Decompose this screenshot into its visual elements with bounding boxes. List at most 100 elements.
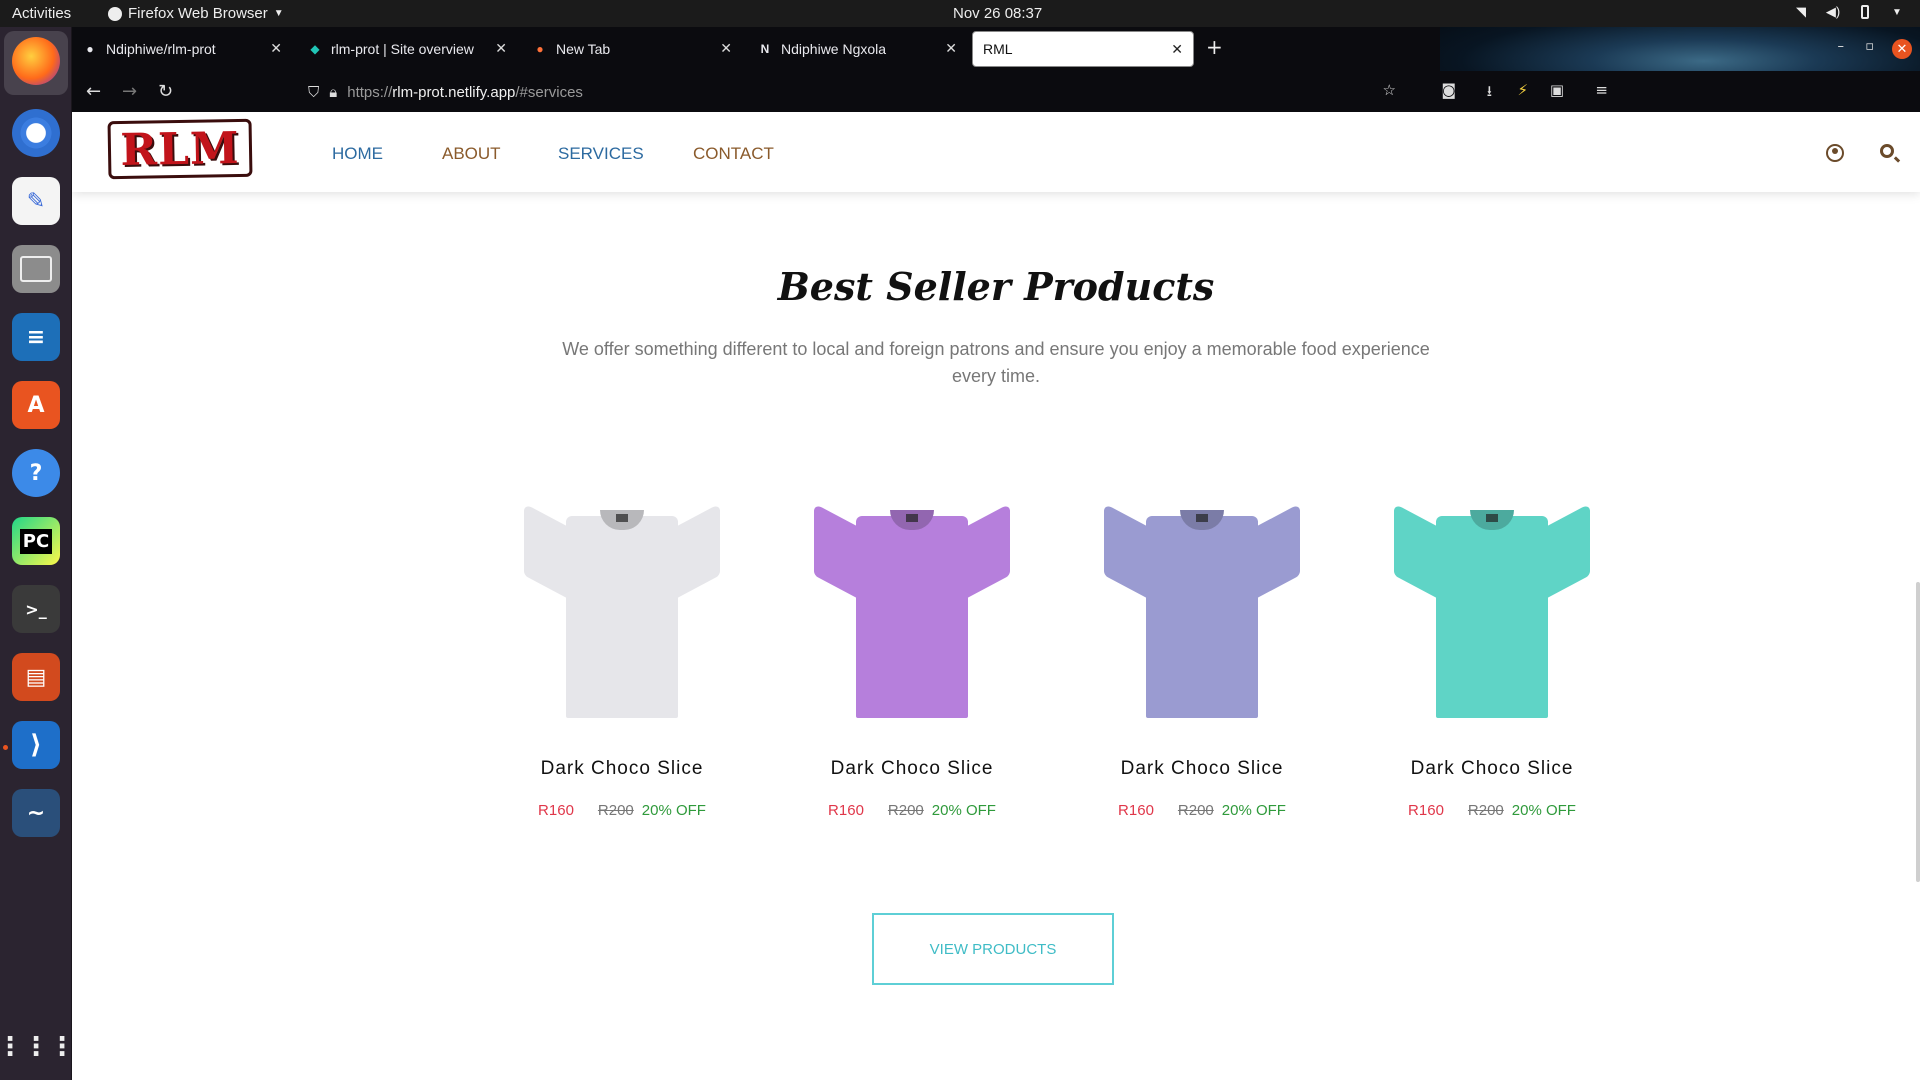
price-row: R160 R200 20% OFF — [1072, 802, 1332, 819]
user-icon[interactable] — [1826, 144, 1844, 162]
web-page: RLM HOME ABOUT SERVICES CONTACT Best Sel… — [72, 112, 1920, 1080]
product-old-price: R200 — [597, 802, 634, 819]
price-row: R160 R200 20% OFF — [1362, 802, 1622, 819]
tab-title: New Tab — [556, 41, 611, 57]
restore-icon[interactable]: ▫ — [1865, 39, 1874, 54]
extension-icon[interactable]: ⚡ — [1517, 81, 1528, 99]
product-price: R160 — [538, 802, 574, 819]
section-subtitle: We offer something different to local an… — [562, 339, 1430, 386]
site-header: RLM HOME ABOUT SERVICES CONTACT — [72, 112, 1920, 192]
mysql-workbench-dock-icon[interactable]: ~ — [12, 789, 60, 837]
window-close-icon[interactable]: ✕ — [1892, 39, 1912, 59]
n-logo-icon: N — [760, 42, 770, 56]
tab-netlify[interactable]: ◆ rlm-prot | Site overview ✕ — [297, 31, 517, 67]
running-indicator — [3, 745, 8, 750]
product-price: R160 — [828, 802, 864, 819]
section-title: Best Seller Products — [777, 264, 1215, 309]
close-icon[interactable]: ✕ — [1171, 41, 1183, 58]
pocket-icon[interactable]: ◙ — [1441, 81, 1456, 99]
product-price: R160 — [1408, 802, 1444, 819]
bookmark-star-icon[interactable]: ☆ — [1383, 81, 1396, 99]
firefox-icon — [108, 6, 122, 21]
view-products-button[interactable]: VIEW PRODUCTS — [872, 913, 1114, 985]
tab-github[interactable]: ● Ndiphiwe/rlm-prot ✕ — [72, 31, 292, 67]
firefox-window: ● Ndiphiwe/rlm-prot ✕ ◆ rlm-prot | Site … — [72, 27, 1920, 1080]
product-name[interactable]: Dark Choco Slice — [492, 758, 752, 780]
downloads-icon[interactable]: ⭳ — [1487, 81, 1492, 106]
product-name[interactable]: Dark Choco Slice — [1362, 758, 1622, 780]
vscode-dock-icon[interactable]: ⟩ — [12, 721, 60, 769]
minimize-icon[interactable]: – — [1838, 39, 1845, 54]
pycharm-dock-icon[interactable]: PC — [12, 517, 60, 565]
close-icon[interactable]: ✕ — [945, 40, 957, 57]
tab-ndiphiwe[interactable]: N Ndiphiwe Ngxola ✕ — [747, 31, 967, 67]
nav-home[interactable]: HOME — [332, 144, 383, 164]
product-image[interactable] — [1102, 502, 1302, 718]
tab-title: rlm-prot | Site overview — [331, 41, 474, 57]
tab-rml[interactable]: RML ✕ — [972, 31, 1194, 67]
search-icon[interactable] — [1880, 144, 1894, 158]
product-card[interactable]: Dark Choco Slice R160 R200 20% OFF — [1362, 502, 1622, 819]
price-row: R160 R200 20% OFF — [492, 802, 752, 819]
product-image[interactable] — [1392, 502, 1592, 718]
extension-icon[interactable]: ▣ — [1550, 81, 1564, 99]
product-price: R160 — [1118, 802, 1154, 819]
product-discount: 20% OFF — [641, 802, 706, 819]
product-old-price: R200 — [887, 802, 924, 819]
system-tray[interactable]: ◥ ◀) ▼ — [1792, 4, 1906, 20]
firefox-dock-icon[interactable] — [12, 37, 60, 85]
writer-dock-icon[interactable]: ≡ — [12, 313, 60, 361]
product-image[interactable] — [522, 502, 722, 718]
product-old-price: R200 — [1467, 802, 1504, 819]
menu-icon[interactable]: ≡ — [1595, 81, 1608, 99]
product-card[interactable]: Dark Choco Slice R160 R200 20% OFF — [782, 502, 1042, 819]
clock[interactable]: Nov 26 08:37 — [953, 5, 1042, 22]
dock: ✎ ≡ A ? PC >_ ▤ ⟩ ~ ⋮⋮⋮ — [0, 27, 75, 1080]
url-bar[interactable]: ⛉ 🔒︎ https://rlm-prot.netlify.app/#servi… — [308, 78, 583, 106]
product-name[interactable]: Dark Choco Slice — [1072, 758, 1332, 780]
impress-dock-icon[interactable]: ▤ — [12, 653, 60, 701]
scrollbar[interactable] — [1916, 582, 1920, 882]
chevron-down-icon: ▼ — [273, 8, 284, 19]
product-discount: 20% OFF — [931, 802, 996, 819]
help-dock-icon[interactable]: ? — [12, 449, 60, 497]
volume-icon: ◀) — [1825, 4, 1841, 19]
netlify-icon: ◆ — [310, 42, 320, 56]
show-applications-icon[interactable]: ⋮⋮⋮ — [0, 1023, 75, 1071]
firefox-icon: ● — [536, 42, 544, 56]
system-top-bar: Activities Firefox Web Browser ▼ Nov 26 … — [0, 0, 1920, 27]
activities-button[interactable]: Activities — [12, 5, 71, 22]
back-icon[interactable]: ← — [86, 81, 101, 102]
product-image[interactable] — [812, 502, 1012, 718]
tab-title: Ndiphiwe/rlm-prot — [106, 41, 216, 57]
close-icon[interactable]: ✕ — [495, 40, 507, 57]
chromium-dock-icon[interactable] — [12, 109, 60, 157]
terminal-dock-icon[interactable]: >_ — [12, 585, 60, 633]
nav-about[interactable]: ABOUT — [442, 144, 501, 164]
new-tab-icon[interactable]: + — [1206, 35, 1223, 59]
text-editor-dock-icon[interactable]: ✎ — [12, 177, 60, 225]
battery-icon — [1856, 4, 1874, 20]
shield-icon[interactable]: ⛉ — [308, 84, 319, 101]
lock-icon[interactable]: 🔒︎ — [329, 84, 337, 101]
product-card[interactable]: Dark Choco Slice R160 R200 20% OFF — [1072, 502, 1332, 819]
tab-new-tab[interactable]: ● New Tab ✕ — [522, 31, 742, 67]
product-name[interactable]: Dark Choco Slice — [782, 758, 1042, 780]
product-discount: 20% OFF — [1511, 802, 1576, 819]
nav-contact[interactable]: CONTACT — [693, 144, 774, 164]
forward-icon[interactable]: → — [122, 81, 137, 102]
navigation-toolbar: ← → ↻ ⛉ 🔒︎ https://rlm-prot.netlify.app/… — [72, 71, 1920, 112]
nav-services[interactable]: SERVICES — [558, 144, 644, 164]
site-logo[interactable]: RLM — [107, 118, 253, 180]
files-dock-icon[interactable] — [12, 245, 60, 293]
close-icon[interactable]: ✕ — [270, 40, 282, 57]
github-icon: ● — [86, 42, 94, 56]
app-menu-label: Firefox Web Browser — [128, 5, 268, 22]
product-old-price: R200 — [1177, 802, 1214, 819]
close-icon[interactable]: ✕ — [720, 40, 732, 57]
url-text: https://rlm-prot.netlify.app/#services — [347, 83, 583, 101]
reload-icon[interactable]: ↻ — [158, 81, 173, 102]
software-dock-icon[interactable]: A — [12, 381, 60, 429]
app-menu[interactable]: Firefox Web Browser ▼ — [108, 5, 284, 22]
product-card[interactable]: Dark Choco Slice R160 R200 20% OFF — [492, 502, 752, 819]
